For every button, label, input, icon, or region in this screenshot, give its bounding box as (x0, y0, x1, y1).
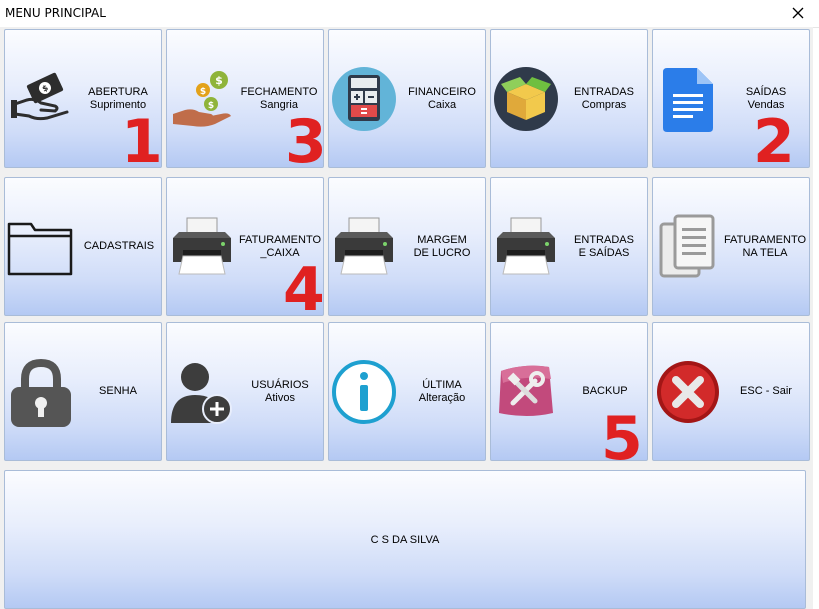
hand-money-icon: $ (11, 72, 69, 121)
svg-text:$: $ (215, 74, 223, 87)
add-user-icon (171, 363, 232, 424)
badge-2: 2 (753, 107, 795, 177)
financeiro-button[interactable]: FINANCEIRO Caixa (328, 29, 486, 168)
faturamento-tela-button[interactable]: FATURAMENTO NA TELA (652, 177, 810, 316)
senha-label: SENHA (99, 385, 137, 397)
printer-icon (497, 217, 555, 275)
printer-icon (173, 217, 231, 275)
svg-text:$: $ (208, 101, 214, 111)
svg-text:$: $ (200, 87, 206, 97)
info-icon (332, 360, 396, 424)
entradas-saidas-button[interactable]: ENTRADAS E SAÍDAS (490, 177, 648, 316)
usuarios-label: USUÁRIOS Ativos (251, 379, 309, 404)
abertura-button[interactable]: $ ABERTURA Suprimento 1 (4, 29, 163, 172)
copy-pages-icon (659, 214, 715, 278)
title-bar: MENU PRINCIPAL (0, 0, 819, 28)
hand-coins-icon: $ $ $ (173, 71, 231, 127)
cadastrais-button[interactable]: CADASTRAIS (4, 177, 162, 316)
faturamento-tela-label: FATURAMENTO NA TELA (723, 234, 807, 259)
ultima-button[interactable]: ÚLTIMA Alteração (328, 322, 486, 461)
badge-4: 4 (283, 255, 325, 325)
usuarios-button[interactable]: USUÁRIOS Ativos (166, 322, 324, 461)
entradas-label: ENTRADAS Compras (574, 86, 634, 111)
margem-lucro-button[interactable]: MARGEM DE LUCRO (328, 177, 486, 316)
margem-lucro-label: MARGEM DE LUCRO (413, 234, 471, 259)
close-button[interactable] (783, 2, 813, 24)
faturamento-caixa-button[interactable]: FATURAMENTO _CAIXA 4 (166, 177, 325, 320)
ultima-label: ÚLTIMA Alteração (418, 379, 466, 404)
tools-icon (499, 365, 553, 416)
open-box-icon (494, 67, 558, 131)
printer-icon (335, 217, 393, 275)
company-banner: C S DA SILVA (4, 470, 806, 609)
document-icon (663, 68, 713, 132)
backup-label: BACKUP (582, 385, 628, 397)
cadastrais-label: CADASTRAIS (83, 240, 155, 252)
sair-button[interactable]: ESC - Sair (652, 322, 810, 461)
financeiro-label: FINANCEIRO Caixa (408, 86, 476, 111)
saidas-button[interactable]: SAÍDAS Vendas 2 (652, 29, 810, 172)
backup-button[interactable]: BACKUP 5 (490, 322, 648, 469)
badge-3: 3 (285, 107, 327, 177)
window-title: MENU PRINCIPAL (5, 6, 106, 20)
fechamento-button[interactable]: $ $ $ FECHAMENTO Sangria 3 (166, 29, 327, 172)
close-circle-icon (657, 361, 719, 423)
calculator-icon (332, 67, 396, 131)
badge-1: 1 (121, 107, 163, 177)
senha-button[interactable]: SENHA (4, 322, 162, 461)
entradas-saidas-label: ENTRADAS E SAÍDAS (574, 234, 634, 259)
folder-icon (7, 222, 73, 276)
badge-5: 5 (601, 404, 643, 474)
close-icon (792, 7, 804, 19)
entradas-button[interactable]: ENTRADAS Compras (490, 29, 648, 168)
company-name: C S DA SILVA (370, 534, 440, 546)
lock-icon (11, 359, 71, 427)
sair-label: ESC - Sair (740, 385, 792, 397)
